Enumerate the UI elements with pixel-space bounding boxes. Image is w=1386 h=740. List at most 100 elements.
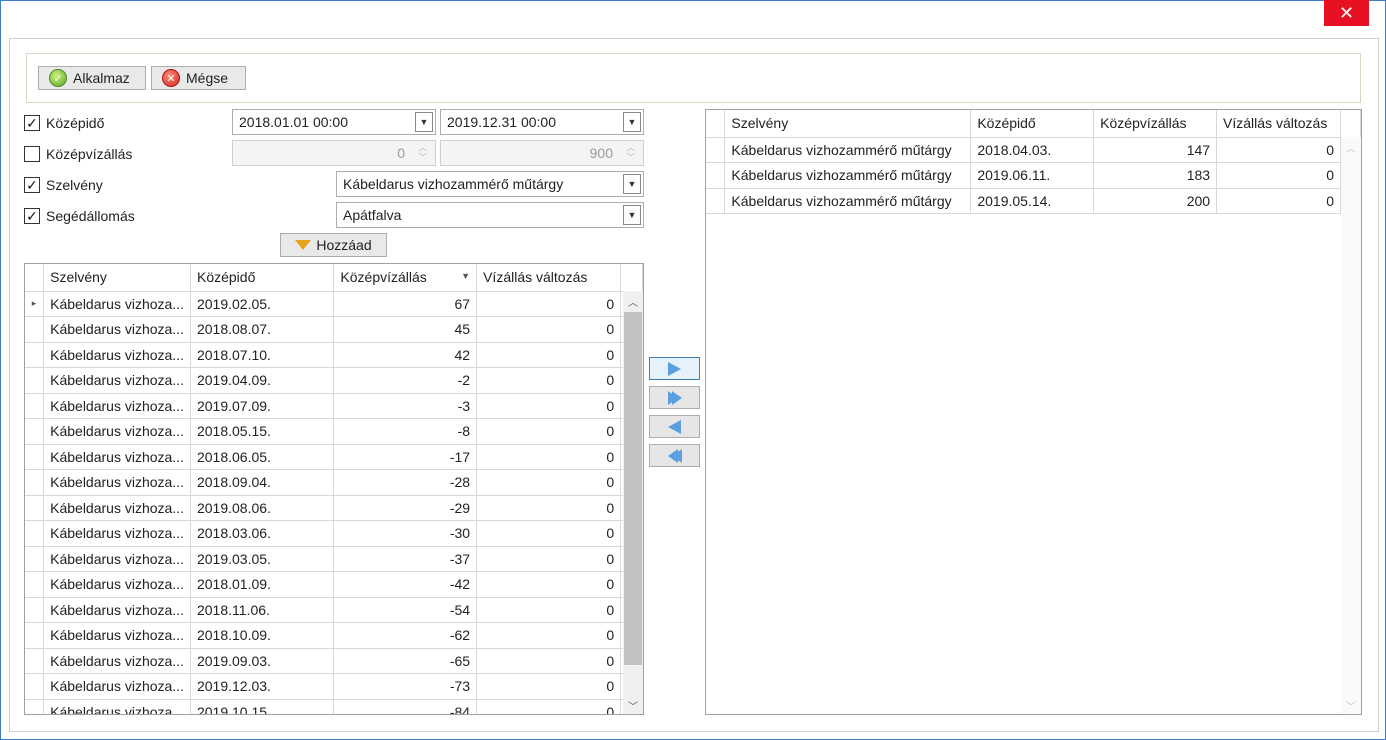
table-cell[interactable]: -29 [333, 495, 478, 521]
add-filter-button[interactable]: Hozzáad [280, 233, 387, 257]
table-cell[interactable]: Kábeldarus vizhoza... [43, 418, 191, 445]
table-cell[interactable]: 2019.08.06. [190, 495, 335, 521]
table-cell[interactable]: -73 [333, 673, 478, 700]
table-cell[interactable]: Kábeldarus vizhozammérő műtárgy [724, 137, 972, 163]
table-cell[interactable]: -2 [333, 367, 478, 394]
table-row[interactable]: Kábeldarus vizhoza... 2019.03.05. -37 0 [25, 546, 643, 572]
table-cell[interactable]: Kábeldarus vizhozammérő műtárgy [724, 188, 972, 214]
table-cell[interactable]: 2018.06.05. [190, 444, 335, 470]
row-header[interactable] [25, 571, 45, 598]
table-cell[interactable]: 0 [476, 648, 622, 674]
row-header[interactable] [25, 520, 45, 547]
table-cell[interactable]: 0 [476, 469, 622, 496]
table-cell[interactable]: Kábeldarus vizhoza... [43, 520, 191, 547]
scroll-down-icon[interactable]: ﹀ [1341, 695, 1361, 714]
table-cell[interactable]: 0 [476, 571, 622, 598]
row-header[interactable] [25, 316, 45, 343]
row-header[interactable] [25, 622, 45, 649]
segedallomas-checkbox[interactable]: ✓ [24, 208, 40, 224]
table-cell[interactable]: 0 [476, 546, 622, 572]
table-cell[interactable]: 45 [333, 316, 478, 343]
table-row[interactable]: Kábeldarus vizhoza... 2019.08.06. -29 0 [25, 495, 643, 521]
filter-segedallomas[interactable]: ✓ Segédállomás [24, 206, 135, 226]
table-cell[interactable]: Kábeldarus vizhoza... [43, 648, 191, 674]
table-cell[interactable]: 2018.03.06. [190, 520, 335, 547]
kozepvizallas-checkbox[interactable] [24, 146, 40, 162]
table-cell[interactable]: Kábeldarus vizhoza... [43, 393, 191, 419]
table-cell[interactable]: 183 [1093, 162, 1218, 189]
row-header[interactable] [25, 418, 45, 445]
table-row[interactable]: Kábeldarus vizhoza... 2019.10.15. -84 0 [25, 699, 643, 714]
filter-kozepvizallas[interactable]: Középvízállás [24, 144, 132, 164]
left-col-kozepvizallas[interactable]: Középvízállás ▼ [333, 264, 478, 292]
move-left-button[interactable] [649, 415, 700, 438]
row-header[interactable] [25, 673, 45, 700]
table-cell[interactable]: 2018.08.07. [190, 316, 335, 343]
table-cell[interactable]: -3 [333, 393, 478, 419]
left-col-szelveny[interactable]: Szelvény [43, 264, 191, 292]
table-cell[interactable]: -42 [333, 571, 478, 598]
table-cell[interactable]: 2019.05.14. [970, 188, 1095, 214]
row-header[interactable] [25, 648, 45, 674]
table-cell[interactable]: 67 [333, 291, 478, 317]
right-grid-scrollbar[interactable]: ︿ ﹀ [1341, 137, 1361, 714]
kozepvizallas-max-spinner[interactable]: 900 ︿ ﹀ [440, 140, 644, 166]
row-header[interactable] [25, 699, 45, 714]
table-cell[interactable]: 200 [1093, 188, 1218, 214]
table-cell[interactable]: 2019.02.05. [190, 291, 335, 317]
table-row[interactable]: Kábeldarus vizhoza... 2018.07.10. 42 0 [25, 342, 643, 368]
table-cell[interactable]: Kábeldarus vizhoza... [43, 367, 191, 394]
chevron-down-icon[interactable]: ▼ [415, 112, 433, 132]
row-header[interactable] [706, 137, 726, 163]
table-cell[interactable]: 2018.07.10. [190, 342, 335, 368]
table-cell[interactable]: 0 [476, 367, 622, 394]
right-col-szelveny[interactable]: Szelvény [724, 110, 972, 138]
table-row[interactable]: Kábeldarus vizhozammérő műtárgy 2019.05.1… [706, 188, 1361, 214]
table-cell[interactable]: Kábeldarus vizhoza... [43, 571, 191, 598]
table-row[interactable]: Kábeldarus vizhoza... 2018.09.04. -28 0 [25, 469, 643, 496]
right-col-vizallas-valtozas[interactable]: Vízállás változás [1216, 110, 1341, 138]
table-cell[interactable]: Kábeldarus vizhoza... [43, 673, 191, 700]
row-header[interactable] [25, 495, 45, 521]
right-col-kozepvizallas[interactable]: Középvízállás [1093, 110, 1218, 138]
table-cell[interactable]: 0 [476, 316, 622, 343]
table-cell[interactable]: -37 [333, 546, 478, 572]
row-header[interactable] [25, 546, 45, 572]
table-cell[interactable]: 2019.04.09. [190, 367, 335, 394]
table-cell[interactable]: Kábeldarus vizhoza... [43, 495, 191, 521]
row-header[interactable] [706, 188, 726, 214]
table-cell[interactable]: 42 [333, 342, 478, 368]
table-cell[interactable]: Kábeldarus vizhoza... [43, 597, 191, 623]
table-cell[interactable]: 2018.01.09. [190, 571, 335, 598]
scroll-up-icon[interactable]: ︿ [623, 291, 643, 311]
table-row[interactable]: Kábeldarus vizhoza... 2018.03.06. -30 0 [25, 520, 643, 547]
table-cell[interactable]: 0 [1216, 162, 1341, 189]
table-cell[interactable]: 0 [476, 495, 622, 521]
table-row[interactable]: Kábeldarus vizhoza... 2019.04.09. -2 0 [25, 367, 643, 394]
kozepido-checkbox[interactable]: ✓ [24, 115, 40, 131]
table-cell[interactable]: -54 [333, 597, 478, 623]
table-cell[interactable]: 2018.04.03. [970, 137, 1095, 163]
table-cell[interactable]: -28 [333, 469, 478, 496]
table-cell[interactable]: -17 [333, 444, 478, 470]
table-cell[interactable]: Kábeldarus vizhozammérő műtárgy [724, 162, 972, 189]
apply-button[interactable]: ✓ Alkalmaz [38, 66, 146, 90]
table-cell[interactable]: Kábeldarus vizhoza... [43, 316, 191, 343]
cancel-button[interactable]: ✕ Mégse [151, 66, 246, 90]
table-cell[interactable]: -30 [333, 520, 478, 547]
table-cell[interactable]: 0 [476, 342, 622, 368]
row-header[interactable] [25, 597, 45, 623]
table-cell[interactable]: Kábeldarus vizhoza... [43, 469, 191, 496]
kozepido-to-select[interactable]: 2019.12.31 00:00 ▼ [440, 109, 644, 135]
table-cell[interactable]: 2019.03.05. [190, 546, 335, 572]
szelveny-checkbox[interactable]: ✓ [24, 177, 40, 193]
table-cell[interactable]: 2019.07.09. [190, 393, 335, 419]
table-cell[interactable]: 147 [1093, 137, 1218, 163]
kozepvizallas-min-spinner[interactable]: 0 ︿ ﹀ [232, 140, 436, 166]
table-cell[interactable]: -65 [333, 648, 478, 674]
table-cell[interactable]: 0 [476, 699, 622, 714]
filter-szelveny[interactable]: ✓ Szelvény [24, 175, 103, 195]
chevron-down-icon[interactable]: ▼ [623, 205, 641, 225]
table-cell[interactable]: 0 [476, 444, 622, 470]
chevron-down-icon[interactable]: ▼ [623, 174, 641, 194]
